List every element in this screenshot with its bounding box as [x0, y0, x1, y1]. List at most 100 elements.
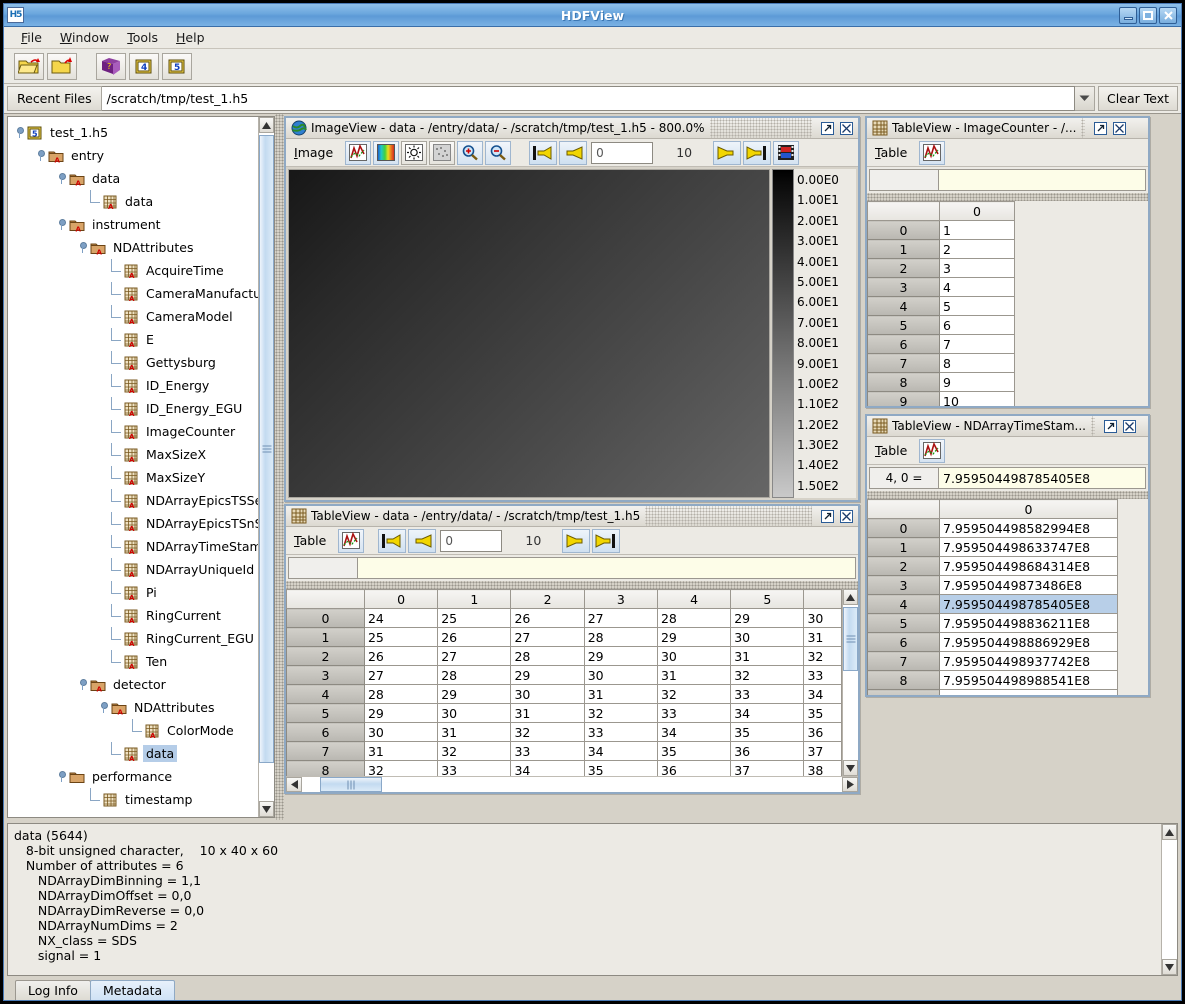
table-row[interactable]: 23 [867, 258, 1015, 278]
tree-node-id-energy[interactable]: A ID_Energy [14, 374, 258, 397]
table-cell[interactable]: 24 [363, 608, 439, 628]
table-cell[interactable]: 31 [437, 722, 512, 742]
table-cell[interactable]: 32 [656, 684, 732, 704]
tableview-data-chart-button[interactable] [338, 528, 365, 553]
table-cell[interactable]: 7.959504498836211E8 [939, 613, 1118, 633]
table-row-header[interactable]: 6 [286, 722, 365, 742]
table-cell[interactable]: 32 [730, 665, 805, 685]
table-row-header[interactable]: 3 [286, 665, 365, 685]
table-cell[interactable]: 5 [939, 296, 1015, 316]
tableview-imagecounter-chart-button[interactable] [919, 140, 946, 165]
table-row[interactable]: 5 7.959504498836211E8 [867, 613, 1118, 633]
table-cell[interactable]: 35 [656, 741, 732, 761]
menu-window[interactable]: Window [51, 28, 118, 47]
table-cell[interactable]: 34 [583, 741, 658, 761]
tree-scroll-up-button[interactable] [259, 117, 274, 133]
tableview-imagecounter-menu-table[interactable]: Table [871, 145, 917, 160]
table-cell[interactable]: 34 [510, 760, 585, 776]
tree-node-instrument[interactable]: Ainstrument [14, 213, 258, 236]
table-row[interactable]: 12 [867, 239, 1015, 259]
menu-help[interactable]: Help [167, 28, 214, 47]
data-hscroll-track[interactable] [302, 777, 842, 792]
table-cell[interactable]: 31 [656, 665, 732, 685]
table-row[interactable]: 6 30 31 32 33 34 35 36 [286, 722, 842, 742]
table-cell[interactable]: 30 [437, 703, 512, 723]
table-cell[interactable]: 8 [939, 353, 1015, 373]
tableview-timestamp-titlebar[interactable]: TableView - NDArrayTimeStam... [867, 416, 1148, 437]
tree-node-data[interactable]: Adata [14, 742, 258, 765]
table-cell[interactable]: 33 [510, 741, 585, 761]
tree-node-maxsizey[interactable]: A MaxSizeY [14, 466, 258, 489]
image-canvas[interactable] [288, 169, 770, 498]
contrast-button[interactable] [429, 140, 456, 165]
data-scroll-down-button[interactable] [843, 760, 858, 776]
table-cell[interactable]: 7.959504498684314E8 [939, 556, 1118, 576]
data-hscroll-thumb[interactable] [320, 777, 382, 792]
tree-node-ndarraytimestamp[interactable]: A NDArrayTimeStamp [14, 535, 258, 558]
imageview-titlebar[interactable]: ImageView - data - /entry/data/ - /scrat… [286, 118, 858, 139]
table-cell[interactable]: 36 [730, 741, 805, 761]
tree-expand-handle-icon[interactable] [56, 771, 67, 782]
table-row-header[interactable]: 6 [867, 632, 940, 652]
table-cell[interactable]: 28 [583, 627, 658, 647]
table-cell[interactable]: 34 [803, 684, 842, 704]
tableview-data-close-button[interactable] [838, 509, 855, 524]
table-cell[interactable]: 33 [583, 722, 658, 742]
tableview-data-cell-value[interactable] [358, 557, 856, 579]
last-frame-button[interactable] [743, 140, 772, 165]
table-cell[interactable]: 27 [583, 608, 658, 628]
tree-desktop-splitter[interactable] [275, 114, 284, 820]
tree-node-maxsizex[interactable]: A MaxSizeX [14, 443, 258, 466]
tree-node-pi[interactable]: A Pi [14, 581, 258, 604]
table-row[interactable]: 01 [867, 220, 1015, 240]
brightness-button[interactable] [401, 140, 428, 165]
next-frame-button[interactable] [713, 140, 742, 165]
tableview-timestamp-grid[interactable]: 0 0 7.959504498582994E8 1 7.959504498633747E… [867, 499, 1118, 695]
table-cell[interactable]: 32 [803, 646, 842, 666]
tableview-data-restore-button[interactable] [819, 509, 836, 524]
table-cell[interactable]: 29 [583, 646, 658, 666]
table-row[interactable]: 45 [867, 296, 1015, 316]
palette-button[interactable] [373, 140, 400, 165]
table-cell[interactable]: 28 [510, 646, 585, 666]
table-column-header[interactable]: 4 [656, 589, 732, 609]
table-row[interactable]: 56 [867, 315, 1015, 335]
table-cell[interactable]: 7.959504498785405E8 [939, 594, 1118, 614]
help-button[interactable]: ? [96, 52, 126, 80]
tree-node-ndattributes[interactable]: A NDAttributes [14, 236, 258, 259]
tree-node-cameramodel[interactable]: A CameraModel [14, 305, 258, 328]
tableview-timestamp-close-button[interactable] [1121, 419, 1138, 434]
table-cell[interactable]: 32 [583, 703, 658, 723]
table-cell[interactable]: 30 [730, 627, 805, 647]
tree-node-ndattributes[interactable]: A NDAttributes [14, 696, 258, 719]
table-row[interactable]: 7 7.959504498937742E8 [867, 651, 1118, 671]
table-row-header[interactable]: 7 [286, 741, 365, 761]
table-cell[interactable]: 29 [510, 665, 585, 685]
table-cell[interactable]: 27 [437, 646, 512, 666]
tree-expand-handle-icon[interactable] [56, 173, 67, 184]
table-row-header[interactable]: 8 [286, 760, 365, 776]
table-column-header[interactable]: 0 [939, 499, 1118, 519]
table-cell[interactable]: 33 [437, 760, 512, 776]
hdf4-library-button[interactable]: 4 [129, 52, 159, 80]
data-scroll-left-button[interactable] [286, 777, 302, 792]
tableview-imagecounter-grid[interactable]: 0 0 1 1 2 2 3 3 4 4 5 5 6 6 7 7 8 8 9 9 10 [867, 201, 1015, 406]
table-cell[interactable]: 28 [656, 608, 732, 628]
tree-node-colormode[interactable]: A ColorMode [14, 719, 258, 742]
hdf5-library-button[interactable]: 5 [162, 52, 192, 80]
table-cell[interactable]: 37 [730, 760, 805, 776]
table-cell[interactable]: 7.959504498988541E8 [939, 670, 1118, 690]
table-row-header[interactable]: 3 [867, 277, 940, 297]
tree-expand-handle-icon[interactable] [77, 679, 88, 690]
table-row[interactable]: 3 27 28 29 30 31 32 33 [286, 665, 842, 685]
table-cell[interactable]: 26 [510, 608, 585, 628]
table-row-header[interactable]: 4 [867, 594, 940, 614]
table-row-header[interactable]: 5 [286, 703, 365, 723]
tree-node-ringcurrent-egu[interactable]: A RingCurrent_EGU [14, 627, 258, 650]
table-cell[interactable]: 36 [803, 722, 842, 742]
table-cell[interactable]: 36 [656, 760, 732, 776]
tree-scroll-down-button[interactable] [259, 801, 274, 817]
tree-scroll-track[interactable] [259, 133, 274, 801]
table-row-header[interactable]: 5 [867, 315, 940, 335]
tableview-data-titlebar[interactable]: TableView - data - /entry/data/ - /scrat… [286, 506, 858, 527]
